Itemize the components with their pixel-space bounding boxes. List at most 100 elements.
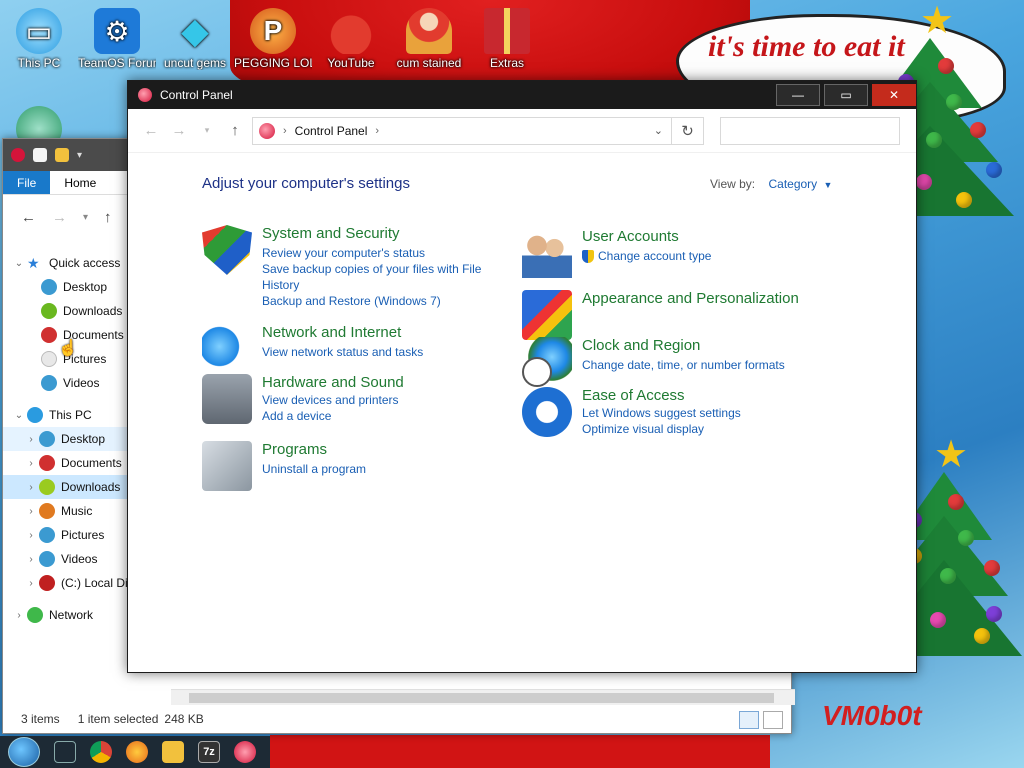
this-pc-icon xyxy=(27,407,43,423)
desktop-icon-youtube[interactable]: YouTube xyxy=(312,8,390,70)
link-backup-restore[interactable]: Backup and Restore (Windows 7) xyxy=(262,293,492,309)
minimize-button[interactable]: — xyxy=(776,84,820,106)
chevron-right-icon[interactable]: › xyxy=(23,530,39,541)
tab-home[interactable]: Home xyxy=(50,171,110,194)
chevron-right-icon[interactable]: › xyxy=(23,578,39,589)
link-file-history[interactable]: Save backup copies of your files with Fi… xyxy=(262,261,492,293)
file-explorer-icon[interactable] xyxy=(162,741,184,763)
up-arrow-icon[interactable]: ↑ xyxy=(104,209,112,226)
category-title-link[interactable]: Clock and Region xyxy=(582,337,785,355)
tree-item-qa-videos[interactable]: Videos xyxy=(3,371,129,395)
forward-arrow-icon[interactable]: → xyxy=(168,122,190,139)
desktop-icon-teamos[interactable]: ⚙ TeamOS Forum xyxy=(78,8,156,70)
tree-item-pc-local-disk[interactable]: › (C:) Local Di xyxy=(3,571,129,595)
chrome-icon[interactable] xyxy=(90,741,112,763)
chevron-right-icon[interactable]: › xyxy=(11,610,27,621)
tree-item-qa-desktop[interactable]: Desktop xyxy=(3,275,129,299)
properties-icon[interactable] xyxy=(33,148,47,162)
tree-item-network[interactable]: › Network xyxy=(3,603,129,627)
chevron-right-icon[interactable]: › xyxy=(23,506,39,517)
tree-label: This PC xyxy=(49,408,92,422)
back-arrow-icon[interactable]: ← xyxy=(21,209,36,226)
security-shield-icon[interactable] xyxy=(202,225,252,275)
link-date-time-formats[interactable]: Change date, time, or number formats xyxy=(582,357,785,373)
horizontal-scrollbar[interactable] xyxy=(171,689,795,705)
desktop-icon-label: PEGGING LOL xyxy=(234,56,312,70)
category-title-link[interactable]: Network and Internet xyxy=(262,324,423,342)
desktop-icon-this-pc[interactable]: ▭ This PC xyxy=(0,8,78,70)
ease-of-access-icon[interactable] xyxy=(522,387,572,437)
desktop-folder-icon xyxy=(39,431,55,447)
refresh-icon[interactable]: ↻ xyxy=(671,117,703,144)
chevron-down-icon[interactable]: ⌄ xyxy=(11,258,27,269)
chevron-down-icon[interactable]: ▾ xyxy=(83,212,88,223)
desktop-icon-pegging[interactable]: P PEGGING LOL xyxy=(234,8,312,70)
chevron-down-icon[interactable]: ▼ xyxy=(824,180,833,190)
category-title-link[interactable]: Programs xyxy=(262,441,366,459)
tree-item-pc-videos[interactable]: › Videos xyxy=(3,547,129,571)
clock-globe-icon[interactable] xyxy=(522,337,572,387)
tab-file[interactable]: File xyxy=(3,171,51,194)
tree-item-pc-music[interactable]: › Music xyxy=(3,499,129,523)
control-panel-titlebar[interactable]: Control Panel — ▭ ✕ xyxy=(128,81,916,109)
link-devices-printers[interactable]: View devices and printers xyxy=(262,392,404,408)
category-title-link[interactable]: Ease of Access xyxy=(582,387,741,405)
drive-icon xyxy=(39,575,55,591)
address-dropdown-icon[interactable]: ⌄ xyxy=(654,124,663,137)
chevron-right-icon[interactable]: › xyxy=(375,125,379,137)
tree-label: Videos xyxy=(61,552,98,566)
desktop-icon-extras[interactable]: Extras xyxy=(468,8,546,70)
category-title-link[interactable]: User Accounts xyxy=(582,228,711,246)
start-button-icon[interactable] xyxy=(8,737,40,767)
chevron-down-icon[interactable]: ⌄ xyxy=(11,410,27,421)
back-arrow-icon[interactable]: ← xyxy=(140,122,162,139)
category-title-link[interactable]: Hardware and Sound xyxy=(262,374,404,392)
desktop-icon-uncut-gems[interactable]: ◆ uncut gems xyxy=(156,8,234,70)
link-network-status[interactable]: View network status and tasks xyxy=(262,344,423,360)
tree-item-pc-downloads[interactable]: › Downloads xyxy=(3,475,129,499)
link-optimize-display[interactable]: Optimize visual display xyxy=(582,421,741,437)
forward-arrow-icon[interactable]: → xyxy=(52,209,67,226)
view-by-dropdown[interactable]: Category xyxy=(768,177,817,191)
desktop-icon-cum-stained[interactable]: cum stained xyxy=(390,8,468,70)
details-view-icon[interactable] xyxy=(739,711,759,729)
close-button[interactable]: ✕ xyxy=(872,84,916,106)
firefox-icon[interactable] xyxy=(126,741,148,763)
chevron-right-icon[interactable]: › xyxy=(283,125,287,137)
chevron-right-icon[interactable]: › xyxy=(23,458,39,469)
new-folder-icon[interactable] xyxy=(55,148,69,162)
link-add-device[interactable]: Add a device xyxy=(262,408,404,424)
tree-item-pc-pictures[interactable]: › Pictures xyxy=(3,523,129,547)
users-icon[interactable] xyxy=(522,228,572,278)
appearance-icon[interactable] xyxy=(522,290,572,340)
maximize-button[interactable]: ▭ xyxy=(824,84,868,106)
address-bar[interactable]: › Control Panel › ⌄ ↻ xyxy=(252,116,704,145)
tree-item-this-pc[interactable]: ⌄ This PC xyxy=(3,403,129,427)
link-change-account-type[interactable]: Change account type xyxy=(582,248,711,264)
tree-item-quick-access[interactable]: ⌄ ★ Quick access xyxy=(3,251,129,275)
programs-disc-icon[interactable] xyxy=(202,441,252,491)
tree-item-pc-documents[interactable]: › Documents xyxy=(3,451,129,475)
control-panel-icon[interactable] xyxy=(234,741,256,763)
category-title-link[interactable]: Appearance and Personalization xyxy=(582,290,799,308)
7zip-icon[interactable]: 7z xyxy=(198,741,220,763)
link-uninstall-program[interactable]: Uninstall a program xyxy=(262,461,366,477)
category-title-link[interactable]: System and Security xyxy=(262,225,492,243)
scrollbar-thumb[interactable] xyxy=(189,693,774,703)
network-globe-icon[interactable] xyxy=(202,324,252,374)
task-view-icon[interactable] xyxy=(54,741,76,763)
chevron-right-icon[interactable]: › xyxy=(23,482,39,493)
breadcrumb-control-panel[interactable]: Control Panel xyxy=(295,124,368,138)
recent-locations-chevron-icon[interactable]: ▾ xyxy=(196,125,218,136)
link-review-status[interactable]: Review your computer's status xyxy=(262,245,492,261)
search-input[interactable] xyxy=(720,116,900,145)
up-arrow-icon[interactable]: ↑ xyxy=(224,122,246,139)
link-suggest-settings[interactable]: Let Windows suggest settings xyxy=(582,405,741,421)
large-icons-view-icon[interactable] xyxy=(763,711,783,729)
chevron-down-icon[interactable]: ▾ xyxy=(77,150,82,161)
tree-item-qa-downloads[interactable]: Downloads xyxy=(3,299,129,323)
chevron-right-icon[interactable]: › xyxy=(23,434,39,445)
tree-item-pc-desktop[interactable]: › Desktop xyxy=(3,427,129,451)
chevron-right-icon[interactable]: › xyxy=(23,554,39,565)
printer-speaker-icon[interactable] xyxy=(202,374,252,424)
